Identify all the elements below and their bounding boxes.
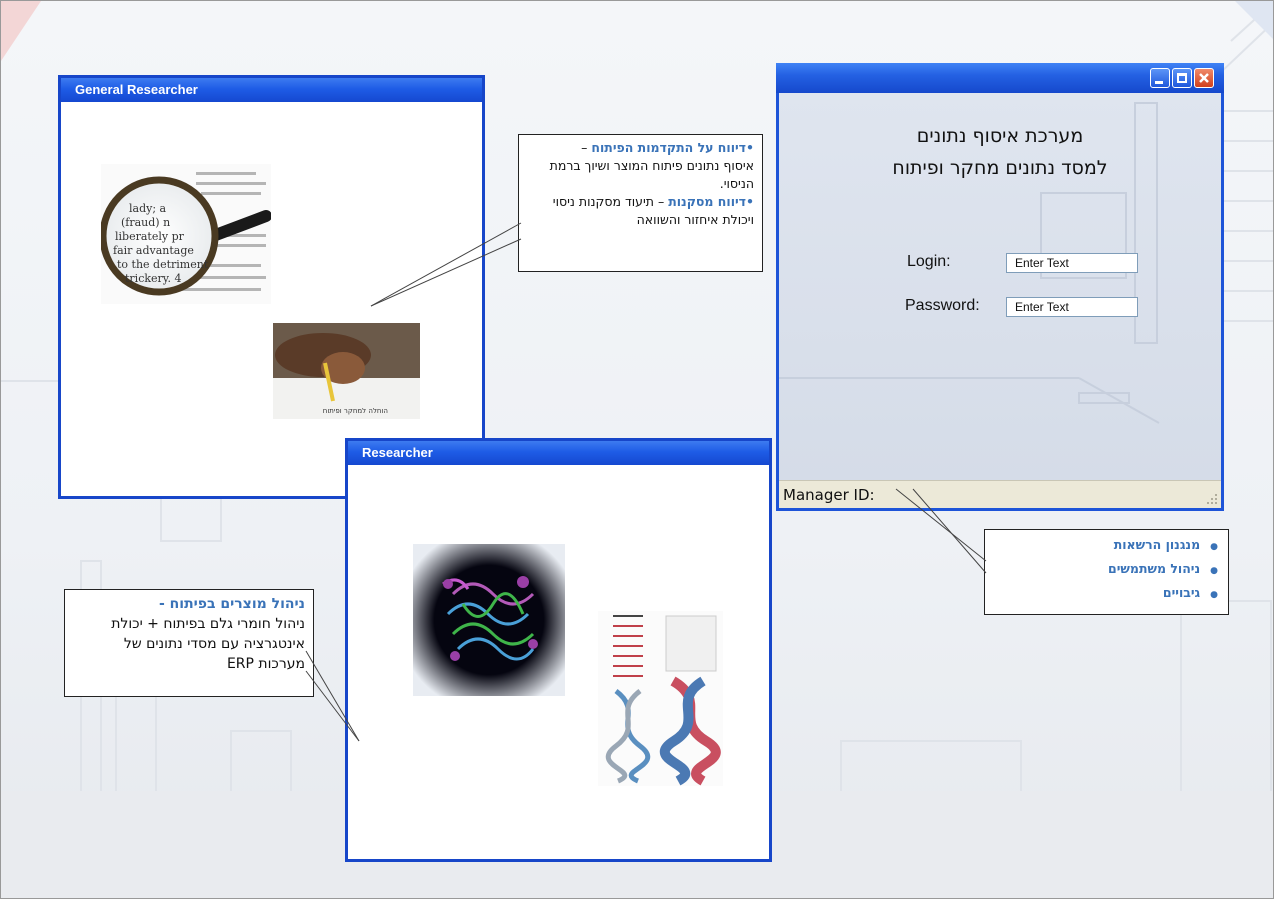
feature-item: ●ניהול משתמשים: [1108, 561, 1218, 576]
svg-text:liberately pr: liberately pr: [115, 230, 185, 243]
login-window-titlebar: [776, 63, 1224, 93]
password-label: Password:: [905, 297, 980, 314]
product-management-callout: ניהול מוצרים בפיתוח - ניהול חומרי גלם בפ…: [64, 589, 314, 697]
login-window[interactable]: מערכת איסוף נתונים למסד נתונים מחקר ופית…: [776, 63, 1224, 511]
maximize-icon: [1177, 73, 1187, 83]
login-title-line1: מערכת איסוף נתונים: [916, 125, 1084, 147]
manager-id-label: Manager ID:: [783, 486, 875, 504]
slide-background: General Researcher lady; a (fraud) n lib…: [0, 0, 1274, 899]
conclusions-report-heading: •דיווח מסקנות: [668, 194, 754, 209]
product-management-heading: ניהול מוצרים בפיתוח -: [158, 596, 305, 612]
progress-report-body: איסוף נתונים פיתוח המוצר ושיוך ברמת הניס…: [549, 158, 754, 191]
minimize-icon: [1155, 81, 1163, 84]
progress-report-dash: –: [581, 140, 592, 155]
close-icon: [1199, 73, 1209, 83]
svg-text:lady; a: lady; a: [129, 202, 167, 215]
svg-text:(fraud) n: (fraud) n: [121, 216, 170, 229]
dna-image: [598, 611, 723, 786]
product-management-body: ניהול חומרי גלם בפיתוח + יכולת אינטגרציה…: [111, 616, 305, 672]
feature-user-management: ניהול משתמשים: [1108, 561, 1201, 576]
researcher-title: Researcher: [348, 441, 769, 465]
resize-grip-icon[interactable]: [1206, 493, 1218, 505]
protein-image: [413, 544, 565, 696]
password-field[interactable]: Enter Text: [1006, 297, 1138, 317]
svg-text:trickery. 4: trickery. 4: [125, 272, 182, 285]
features-callout: ●מנגנון הרשאות ●ניהול משתמשים ●גיבויים: [984, 529, 1229, 615]
image-caption: הוחלה למחקר ופיתוח: [323, 407, 388, 415]
magnifier-image: lady; a (fraud) n liberately pr fair adv…: [101, 164, 271, 304]
login-field[interactable]: Enter Text: [1006, 253, 1138, 273]
researcher-window[interactable]: Researcher: [345, 438, 772, 862]
close-button[interactable]: [1194, 68, 1214, 88]
hand-writing-image: הוחלה למחקר ופיתוח: [273, 323, 420, 419]
general-researcher-title: General Researcher: [61, 78, 482, 102]
progress-report-callout: •דיווח על התקדמות הפיתוח – איסוף נתונים …: [518, 134, 763, 272]
feature-item: ●מנגנון הרשאות: [1113, 537, 1218, 552]
general-researcher-window[interactable]: General Researcher lady; a (fraud) n lib…: [58, 75, 485, 499]
login-window-body: מערכת איסוף נתונים למסד נתונים מחקר ופית…: [779, 93, 1221, 480]
maximize-button[interactable]: [1172, 68, 1192, 88]
svg-text:fair advantage: fair advantage: [113, 244, 194, 257]
feature-permissions: מנגנון הרשאות: [1113, 537, 1201, 552]
login-title-line2: למסד נתונים מחקר ופיתוח: [892, 157, 1108, 179]
svg-text:to the detriment: to the detriment: [117, 258, 209, 271]
feature-backups: גיבויים: [1162, 585, 1201, 600]
minimize-button[interactable]: [1150, 68, 1170, 88]
progress-report-heading: •דיווח על התקדמות הפיתוח: [591, 140, 754, 155]
status-bar: Manager ID:: [779, 480, 1221, 508]
feature-item: ●גיבויים: [1162, 585, 1218, 600]
login-label: Login:: [907, 253, 951, 270]
circuit-watermark: [779, 102, 1160, 424]
